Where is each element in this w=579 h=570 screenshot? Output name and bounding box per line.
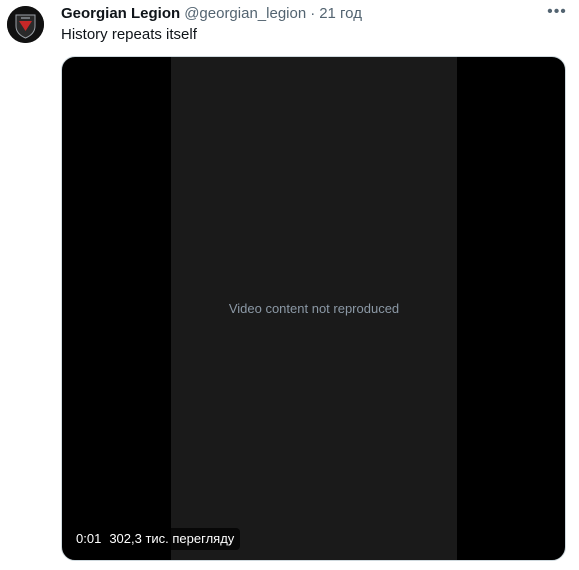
- legion-shield-icon: [7, 6, 44, 43]
- tweet-header: Georgian Legion @georgian_legion · 21 го…: [61, 4, 362, 24]
- video-frame[interactable]: Video content not reproduced: [171, 57, 457, 560]
- tweet-card[interactable]: Georgian Legion @georgian_legion · 21 го…: [0, 0, 579, 570]
- more-horizontal-icon: •••: [547, 3, 567, 20]
- separator-dot: ·: [310, 5, 316, 22]
- display-name[interactable]: Georgian Legion: [61, 4, 180, 24]
- view-count: 302,3 тис. перегляду: [109, 531, 235, 546]
- more-button[interactable]: •••: [545, 0, 569, 24]
- video-controls[interactable]: 0:01 302,3 тис. перегляду: [70, 528, 241, 550]
- avatar[interactable]: [7, 6, 44, 43]
- timestamp[interactable]: 21 год: [319, 4, 362, 24]
- tweet-text: History repeats itself: [61, 26, 197, 43]
- user-handle[interactable]: @georgian_legion: [184, 4, 306, 24]
- video-placeholder: Video content not reproduced: [228, 300, 400, 316]
- video-player[interactable]: Video content not reproduced 0:01 302,3 …: [61, 56, 566, 561]
- elapsed-time: 0:01: [76, 531, 102, 546]
